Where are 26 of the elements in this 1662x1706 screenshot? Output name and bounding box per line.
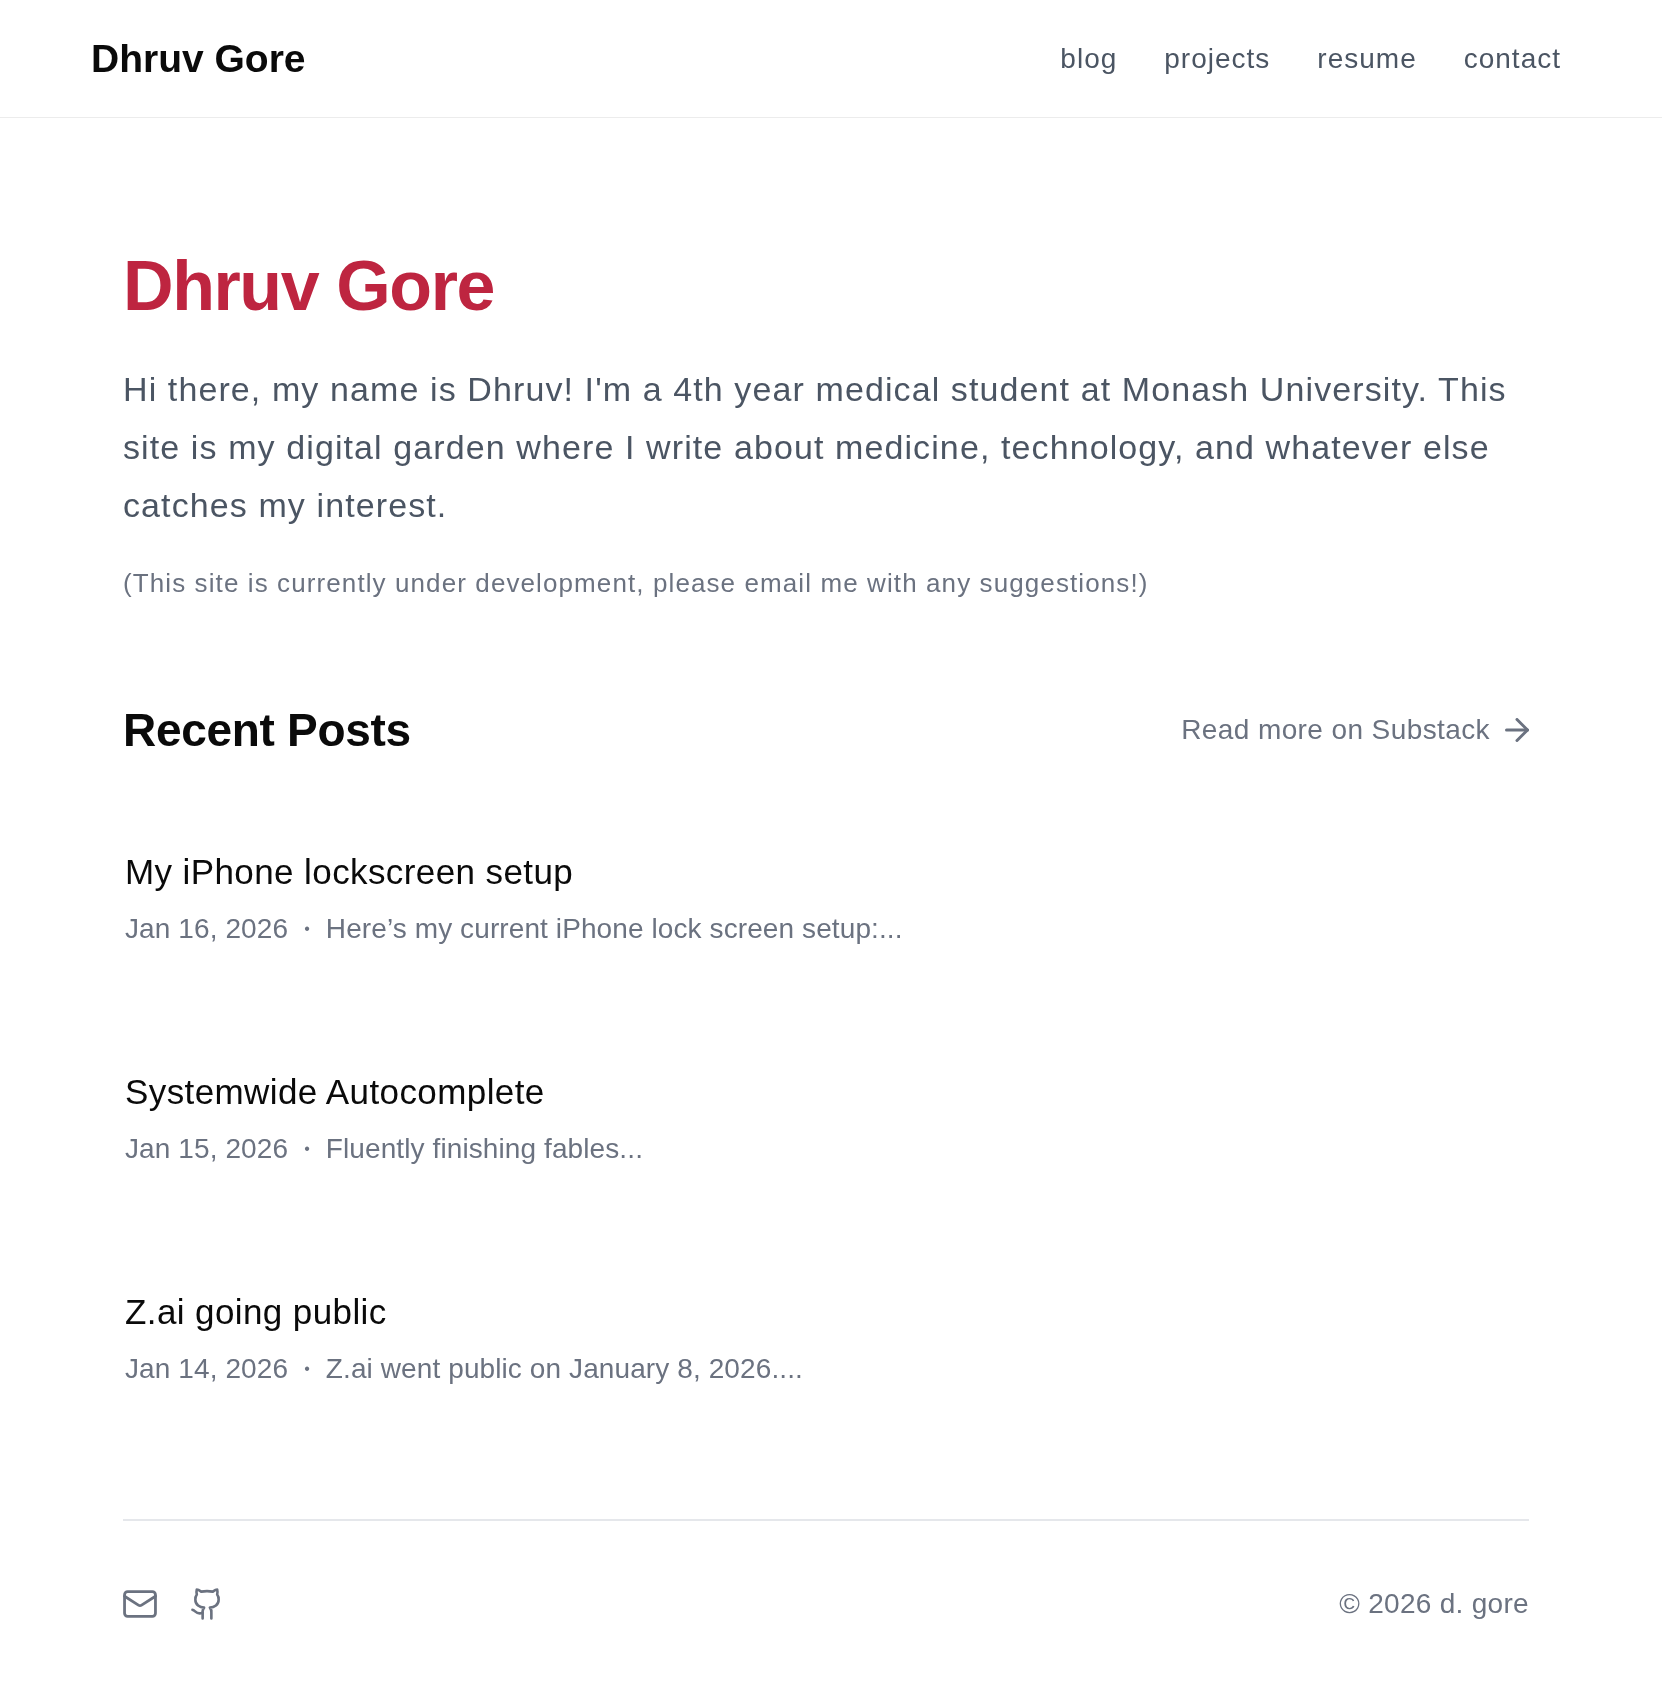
copyright-text: © 2026 d. gore [1339,1588,1529,1620]
separator-bullet: • [304,919,310,939]
post-date: Jan 16, 2026 [125,912,289,946]
separator-bullet: • [304,1139,310,1159]
intro-paragraph: Hi there, my name is Dhruv! I'm a 4th year medical student at Monash University. This site is my digital garden where I write about medicine, technology, and whatever else catches my interest. [123,369,1508,526]
post-date: Jan 14, 2026 [125,1352,289,1386]
development-note: (This site is currently under development, please email me with any suggestions!) [123,567,1150,600]
mail-icon[interactable] [123,1590,157,1618]
substack-link[interactable]: Read more on Substack [1181,714,1529,746]
post-title-link[interactable]: Z.ai going public [125,1290,387,1334]
section-heading: Recent Posts [123,703,411,758]
nav-link[interactable]: resume [1317,42,1417,75]
post-title-link[interactable]: My iPhone lockscreen setup [125,850,574,894]
nav-link[interactable]: blog [1060,42,1118,75]
arrow-right-icon [1505,718,1529,742]
post-excerpt: Fluently finishing fables... [325,1132,643,1166]
nav-link[interactable]: contact [1463,42,1561,75]
post-title-link[interactable]: Systemwide Autocomplete [125,1070,545,1114]
nav-link[interactable]: projects [1164,42,1271,75]
site-logo[interactable]: Dhruv Gore [91,36,306,81]
post-excerpt: Here’s my current iPhone lock screen setup:... [325,912,903,946]
page-title: Dhruv Gore [123,248,496,325]
separator-bullet: • [304,1359,310,1379]
post-date: Jan 15, 2026 [125,1132,289,1166]
github-icon[interactable] [191,1588,223,1620]
post-excerpt: Z.ai went public on January 8, 2026.... [325,1352,803,1386]
